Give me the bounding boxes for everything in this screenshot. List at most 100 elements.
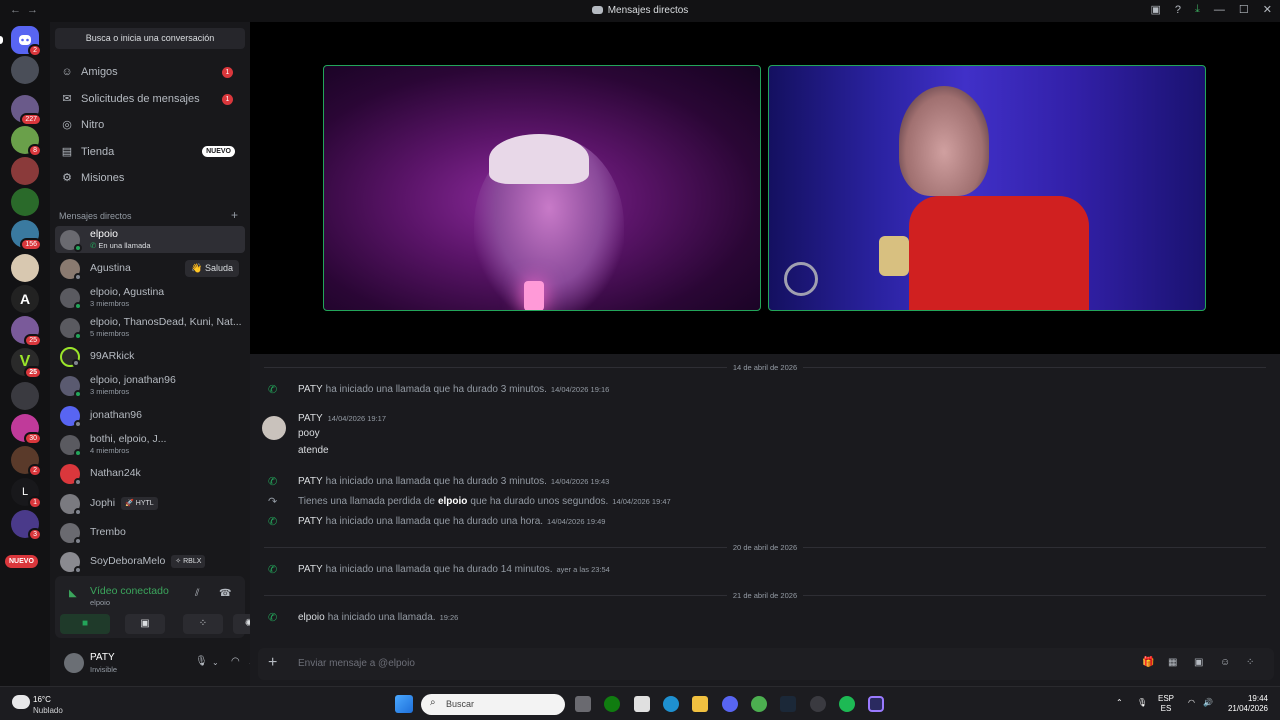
gift-icon[interactable]: 🎁	[1142, 657, 1154, 668]
activities-button[interactable]: ⁘	[183, 614, 223, 634]
dm-item[interactable]: jonathan96	[55, 402, 245, 429]
maximize-button[interactable]: ☐	[1239, 3, 1249, 16]
voice-status[interactable]: Vídeo conectado	[90, 585, 169, 597]
close-button[interactable]: ✕	[1263, 3, 1272, 16]
guild-icon[interactable]: A	[11, 285, 39, 313]
clock[interactable]: 19:44 21/04/2026	[1222, 694, 1268, 714]
requests-badge: 1	[222, 94, 233, 105]
dm-search-button[interactable]: Busca o inicia una conversación	[55, 28, 245, 49]
camera-button[interactable]: ■	[60, 614, 110, 634]
dm-item[interactable]: 99ARkick	[55, 343, 245, 370]
guild-avatar[interactable]	[11, 56, 39, 84]
nav-friends[interactable]: ☺ Amigos 1	[55, 60, 245, 84]
chat-message: PATY 14/04/2026 19:17 pooy atende	[262, 412, 1242, 460]
dm-item[interactable]: Trembo	[55, 519, 245, 546]
dm-item[interactable]: elpoio, jonathan96 3 miembros	[55, 372, 245, 399]
create-dm-icon[interactable]: +	[231, 208, 238, 222]
dm-item[interactable]: Agustina 👋 Saluda	[55, 255, 245, 282]
username[interactable]: PATY	[90, 652, 115, 663]
apps-icon[interactable]: ⁘	[1246, 657, 1254, 668]
mic-tray-icon[interactable]: 🎙	[1137, 698, 1147, 708]
wifi-icon[interactable]: ◠	[1188, 698, 1195, 708]
video-tile[interactable]	[768, 65, 1206, 311]
xbox-icon[interactable]	[604, 696, 620, 712]
attach-plus-icon[interactable]: +	[268, 654, 277, 672]
home-button[interactable]: 2	[0, 26, 42, 57]
guild-icon[interactable]: 227	[11, 95, 42, 126]
inbox-icon[interactable]: ▣	[1151, 3, 1161, 16]
nav-message-requests[interactable]: ✉ Solicitudes de mensajes 1	[55, 87, 245, 111]
chrome-icon[interactable]	[751, 696, 767, 712]
dm-item[interactable]: elpoio, Agustina 3 miembros	[55, 284, 245, 311]
call-event: ✆ PATY ha iniciado una llamada que ha dura…	[268, 476, 610, 488]
guild-icon[interactable]	[11, 254, 39, 282]
microphone-icon[interactable]: 🎙	[195, 656, 208, 667]
guild-icon[interactable]: 25	[11, 316, 42, 347]
file-explorer-icon[interactable]	[692, 696, 708, 712]
friends-badge: 1	[222, 67, 233, 78]
spotify-icon[interactable]	[839, 696, 855, 712]
dm-item[interactable]: SoyDeboraMelo ✧ RBLX	[55, 548, 245, 575]
chevron-down-icon[interactable]: ⌄	[212, 658, 219, 667]
app-icon[interactable]	[810, 696, 826, 712]
guild-icon[interactable]: V 25	[11, 348, 42, 379]
author-name[interactable]: PATY	[298, 413, 323, 424]
nitro-icon: ◎	[62, 119, 72, 131]
download-icon[interactable]: ⤓	[1195, 3, 1200, 16]
guild-icon[interactable]	[11, 188, 39, 216]
language-indicator[interactable]: ESP ES	[1158, 694, 1174, 714]
friends-icon: ☺	[61, 66, 73, 78]
wave-button[interactable]: 👋 Saluda	[185, 260, 239, 277]
guild-icon[interactable]: 8	[11, 126, 42, 157]
guild-icon[interactable]: L1	[11, 478, 42, 509]
guild-icon[interactable]: 30	[11, 414, 42, 445]
dm-item[interactable]: elpoio ✆ En una llamada	[55, 226, 245, 253]
signal-icon[interactable]: ◣	[69, 588, 77, 599]
chevron-up-icon[interactable]: ⌃	[1116, 698, 1123, 708]
active-app-icon[interactable]	[868, 696, 884, 712]
message-input[interactable]: Enviar mensaje a @elpoio	[298, 658, 415, 669]
author-avatar[interactable]	[262, 416, 286, 440]
phone-icon: ✆	[268, 384, 278, 396]
guild-icon[interactable]: 156	[11, 220, 42, 251]
quests-icon: ⚙	[62, 172, 72, 184]
avatar	[60, 405, 82, 428]
steam-icon[interactable]	[780, 696, 796, 712]
dm-item[interactable]: elpoio, ThanosDead, Kuni, Nat... 5 miembr…	[55, 314, 245, 341]
sticker-icon[interactable]: ▣	[1194, 657, 1203, 668]
nav-shop[interactable]: ▤ Tienda NUEVO	[55, 140, 245, 164]
user-avatar[interactable]	[64, 653, 84, 673]
user-panel: PATY Invisible 🎙 ⌄ ◠ ⌄ ⚙	[55, 644, 278, 682]
dm-item[interactable]: Jophi 🚀 HYTL	[55, 490, 245, 517]
gif-icon[interactable]: ▦	[1168, 657, 1177, 668]
emoji-icon[interactable]: ☺	[1220, 657, 1230, 668]
guild-icon[interactable]: 3	[11, 510, 42, 541]
headphones-icon[interactable]: ◠	[231, 656, 240, 667]
date-divider: 14 de abril de 2026	[250, 363, 1280, 372]
guild-icon[interactable]	[11, 382, 39, 410]
video-tile[interactable]	[323, 65, 761, 311]
volume-icon[interactable]: 🔊	[1203, 698, 1213, 708]
disconnect-icon[interactable]: ☎	[219, 588, 231, 599]
windows-start-icon[interactable]	[395, 695, 413, 713]
guild-icon[interactable]	[11, 157, 39, 185]
nav-nitro[interactable]: ◎ Nitro	[55, 113, 245, 137]
message-line: atende	[298, 445, 329, 456]
dm-item[interactable]: Nathan24k	[55, 460, 245, 487]
screen-share-button[interactable]: ▣	[125, 614, 165, 634]
new-badge: NUEVO	[202, 146, 235, 157]
voice-channel[interactable]: elpoio	[90, 598, 110, 607]
minimize-button[interactable]: —	[1214, 4, 1225, 16]
message-composer[interactable]: + Enviar mensaje a @elpoio 🎁 ▦ ▣ ☺ ⁘	[258, 648, 1274, 680]
store-icon[interactable]	[634, 696, 650, 712]
edge-icon[interactable]	[663, 696, 679, 712]
help-icon[interactable]: ?	[1175, 4, 1181, 16]
dm-item[interactable]: bothi, elpoio, J... 4 miembros	[55, 431, 245, 458]
new-guild-badge[interactable]: NUEVO	[5, 555, 38, 568]
noise-suppression-icon[interactable]: ⫽	[195, 588, 199, 599]
nav-quests[interactable]: ⚙ Misiones	[55, 166, 245, 190]
task-view-icon[interactable]	[575, 696, 591, 712]
discord-taskbar-icon[interactable]	[722, 696, 738, 712]
taskbar-search[interactable]: ⌕ Buscar	[421, 694, 565, 715]
guild-icon[interactable]: 2	[11, 446, 42, 477]
